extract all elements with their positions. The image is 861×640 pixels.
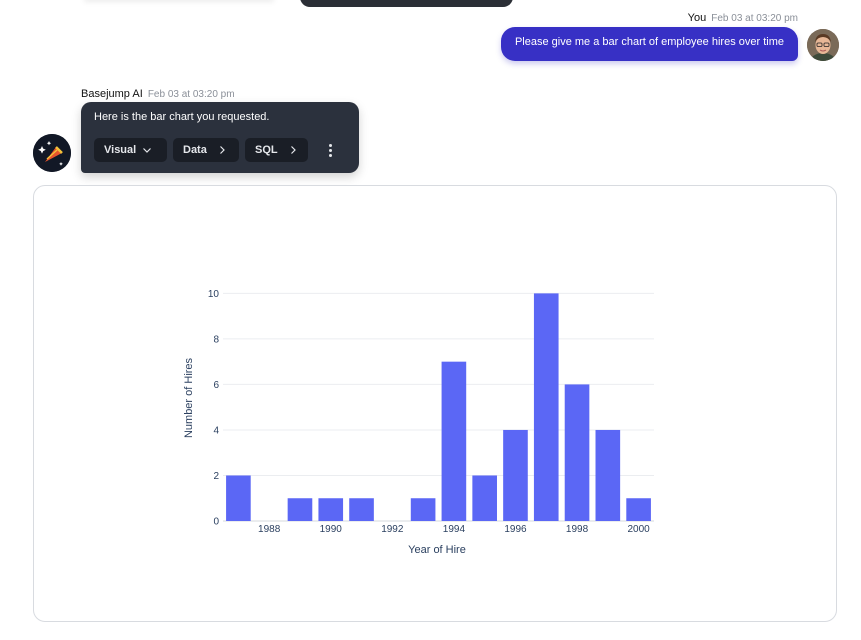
chevron-down-icon [143,148,152,153]
y-tick-label: 0 [213,517,219,528]
ai-message-meta: Basejump AI Feb 03 at 03:20 pm [81,88,235,100]
chart-bar[interactable] [441,361,467,521]
user-avatar [807,29,839,61]
chart-bar[interactable] [410,498,436,521]
chart-bar[interactable] [626,498,651,521]
chart-bar[interactable] [564,384,590,521]
x-tick-label: 1996 [504,524,527,535]
y-tick-label: 2 [213,471,219,482]
chart-bar[interactable] [349,498,374,521]
user-message-meta: You Feb 03 at 03:20 pm [688,12,798,24]
chart-bars [226,293,651,521]
ai-message-bubble: Here is the bar chart you requested. Vis… [81,102,359,173]
data-label: Data [183,144,207,156]
chart-bar[interactable] [533,293,559,521]
sql-button[interactable]: SQL [245,138,308,162]
user-author: You [687,12,707,24]
user-message-bubble: Please give me a bar chart of employee h… [500,27,798,61]
ai-message-text: Here is the bar chart you requested. [94,111,270,123]
chart-bar[interactable] [318,498,344,521]
y-axis-label: Number of Hires [183,357,195,438]
chart-bar[interactable] [503,429,528,521]
y-tick-label: 8 [213,334,219,345]
chart-bar[interactable] [287,498,313,521]
ai-author: Basejump AI [81,88,143,100]
ai-avatar [33,134,71,172]
chart-bar[interactable] [595,429,621,521]
data-button[interactable]: Data [173,138,239,162]
kebab-menu-icon[interactable] [320,140,340,160]
x-tick-label: 2000 [627,524,650,535]
chart-bar[interactable] [472,475,497,521]
hires-bar-chart: 0 2 4 6 8 10 1988 1990 1992 1994 1996 1998 2000 Yea… [183,289,654,556]
visual-button[interactable]: Visual [94,138,167,162]
chart-bar[interactable] [226,475,251,521]
ai-timestamp: Feb 03 at 03:20 pm [147,89,235,100]
x-tick-label: 1994 [443,524,466,535]
y-tick-label: 4 [213,425,219,436]
y-axis-ticks: 0 2 4 6 8 10 [208,289,220,528]
x-axis-ticks: 1988 1990 1992 1994 1996 1998 2000 [258,524,650,535]
user-timestamp: Feb 03 at 03:20 pm [711,13,798,24]
chart-card: 0 2 4 6 8 10 1988 1990 1992 1994 1996 1998 2000 Yea… [33,185,837,622]
chevron-right-icon [290,146,296,154]
y-tick-label: 10 [208,289,220,300]
x-tick-label: 1992 [381,524,404,535]
y-tick-label: 6 [213,380,219,391]
previous-message-bubble [300,0,513,7]
visual-label: Visual [104,144,137,156]
x-tick-label: 1988 [258,524,281,535]
chevron-right-icon [219,146,225,154]
x-tick-label: 1990 [320,524,343,535]
x-axis-label: Year of Hire [408,544,466,556]
x-tick-label: 1998 [566,524,589,535]
sql-label: SQL [255,144,278,156]
